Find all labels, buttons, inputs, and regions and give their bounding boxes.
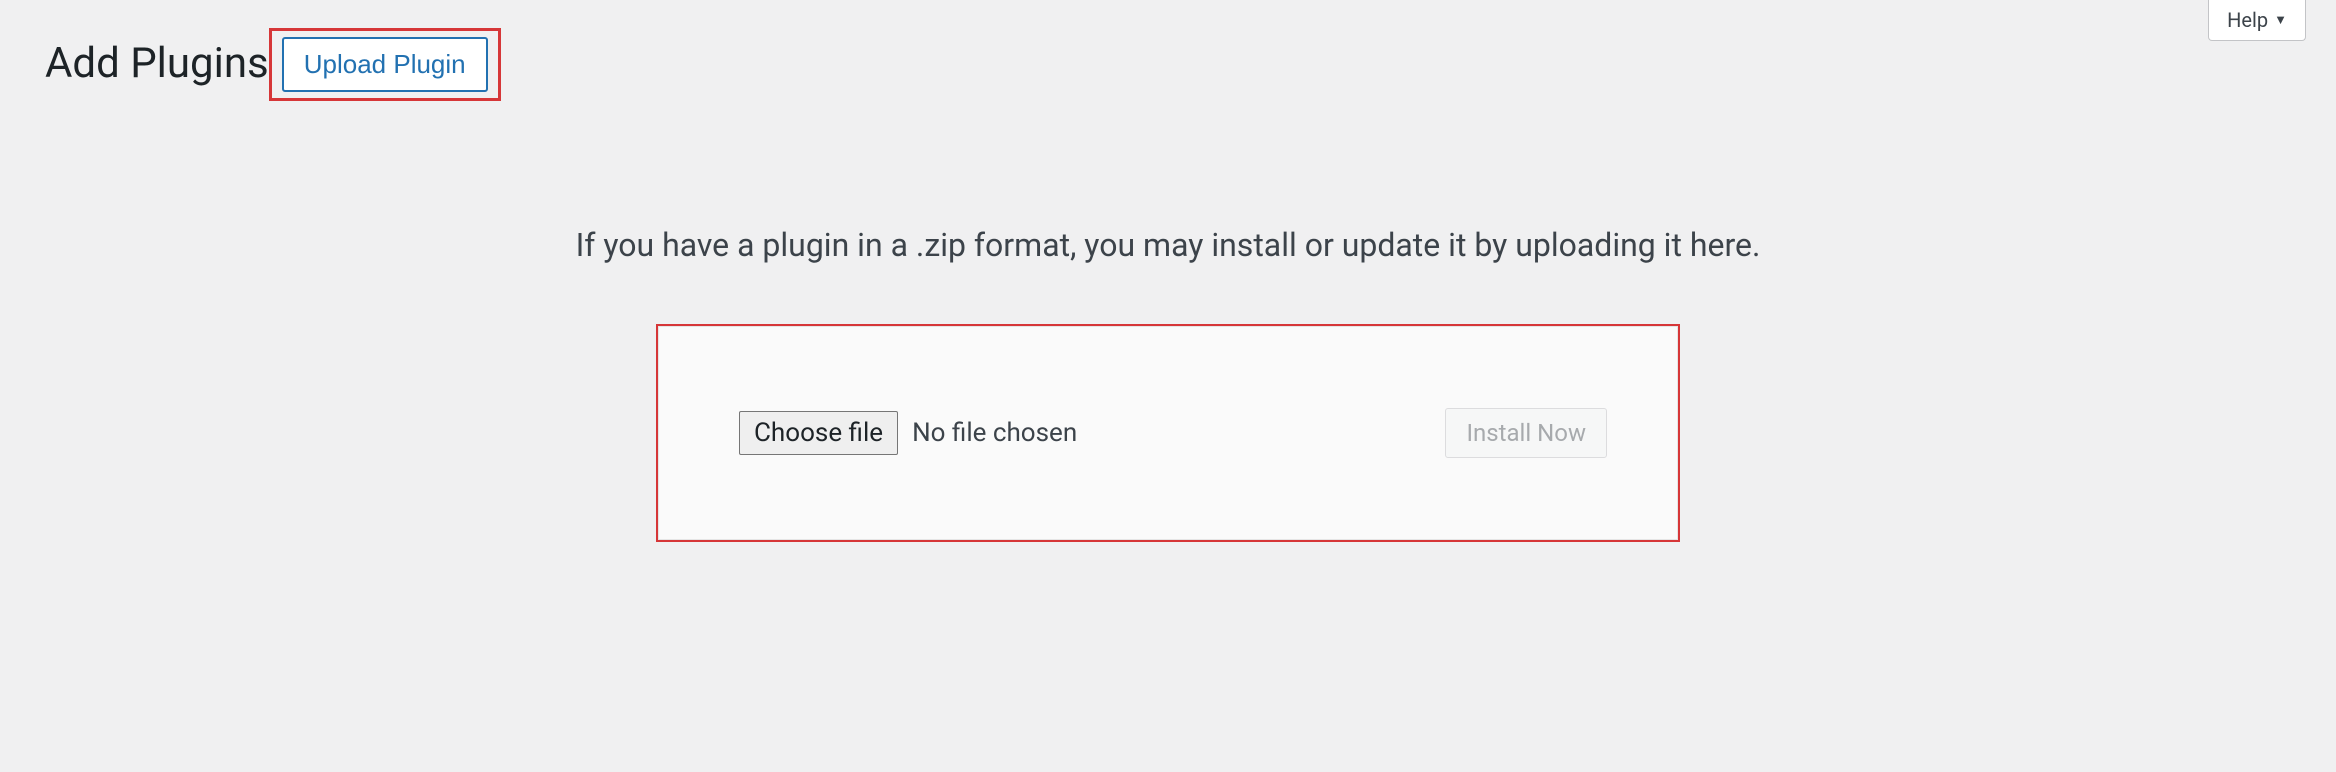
upload-plugin-button[interactable]: Upload Plugin [282,37,488,92]
file-status-text: No file chosen [912,418,1077,448]
file-input-group: Choose file No file chosen [739,411,1077,455]
header-row: Add Plugins Upload Plugin [0,0,2336,101]
highlight-annotation-upload: Upload Plugin [269,28,501,101]
upload-instruction-text: If you have a plugin in a .zip format, y… [0,226,2336,264]
upload-panel: Choose file No file chosen Install Now [658,326,1678,540]
highlight-annotation-panel: Choose file No file chosen Install Now [656,324,1680,542]
upload-panel-wrapper: Choose file No file chosen Install Now [0,324,2336,542]
page-title: Add Plugins [45,37,269,92]
caret-down-icon: ▼ [2274,12,2287,28]
help-label: Help [2227,8,2268,32]
install-now-button[interactable]: Install Now [1445,408,1607,458]
help-tab[interactable]: Help ▼ [2208,0,2306,41]
choose-file-button[interactable]: Choose file [739,411,898,455]
